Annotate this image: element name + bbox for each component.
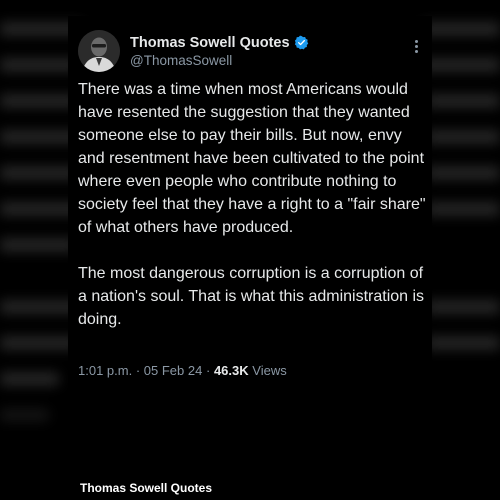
meta-separator: · [135,363,141,378]
footer-caption: Thomas Sowell Quotes [80,481,213,495]
tweet-date[interactable]: 05 Feb 24 [144,363,203,378]
tweet-text: There was a time when most Americans wou… [78,78,430,331]
tweet-meta: 1:01 p.m. · 05 Feb 24 · 46.3K Views [78,363,287,378]
tweet-card[interactable]: Thomas Sowell Quotes @ThomasSowell There… [68,16,432,392]
more-options-icon[interactable] [408,38,424,58]
tweet-header: Thomas Sowell Quotes @ThomasSowell [78,30,309,72]
tweet-paragraph: There was a time when most Americans wou… [78,81,426,236]
verified-badge-icon [294,35,309,50]
views-label: Views [252,363,287,378]
views-count: 46.3K [213,363,249,378]
tweet-time[interactable]: 1:01 p.m. [78,363,132,378]
meta-separator: · [205,363,211,378]
tweet-paragraph: The most dangerous corruption is a corru… [78,265,425,328]
avatar[interactable] [78,30,120,72]
handle[interactable]: @ThomasSowell [130,53,309,68]
display-name[interactable]: Thomas Sowell Quotes [130,35,290,51]
